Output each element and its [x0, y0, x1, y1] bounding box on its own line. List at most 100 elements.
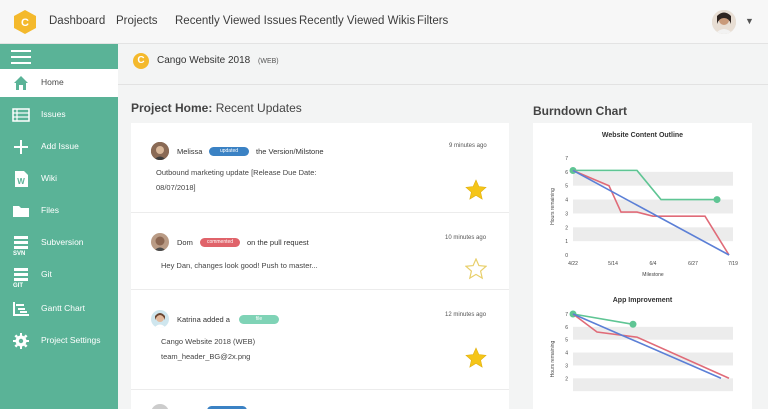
x-tick-label: 5/14 — [608, 261, 618, 267]
grid-band — [573, 326, 733, 340]
data-point — [713, 196, 721, 204]
sidebar-item-label: Files — [41, 205, 59, 215]
sidebar-item-label: Add Issue — [41, 141, 79, 151]
plus-icon — [14, 140, 28, 154]
user-avatar[interactable] — [712, 10, 736, 34]
svg-text:W: W — [17, 177, 25, 186]
y-tick-label: 5 — [565, 338, 568, 344]
y-tick-label: 6 — [565, 325, 568, 331]
y-tick-label: 7 — [565, 312, 568, 318]
grid-band — [573, 352, 733, 366]
list-item: Dom commented on the pull request 10 min… — [131, 213, 509, 290]
wiki-document-icon: W — [15, 171, 28, 187]
chart-title: Website Content Outline — [601, 132, 684, 139]
nav-dashboard[interactable]: Dashboard — [49, 15, 105, 27]
y-axis-label: Hours remaining — [550, 188, 556, 225]
gear-icon — [13, 333, 29, 349]
x-tick-label: 6/4 — [650, 261, 657, 267]
y-tick-label: 3 — [565, 363, 568, 369]
x-axis-label: Milestone — [642, 272, 664, 278]
update-body-line: Hey Dan, changes look good! Push to mast… — [161, 261, 318, 270]
y-tick-label: 0 — [565, 253, 568, 259]
header-divider — [118, 84, 768, 85]
list-item — [131, 390, 509, 409]
logo-letter: C — [21, 17, 29, 29]
folder-icon — [13, 206, 29, 217]
updates-list: Melissa updated the Version/Milstone 9 m… — [131, 123, 509, 409]
burndown-title: Burndown Chart — [533, 104, 627, 118]
project-name[interactable]: Cango Website 2018 — [157, 55, 250, 66]
updates-section-title: Project Home: Recent Updates — [131, 101, 302, 115]
avatar[interactable] — [151, 310, 169, 328]
list-item: Melissa updated the Version/Milstone 9 m… — [131, 123, 509, 213]
svn-icon — [14, 236, 28, 249]
nav-recent-issues[interactable]: Recently Viewed Issues — [175, 15, 297, 27]
update-user[interactable]: Dom — [177, 238, 193, 247]
nav-recent-wikis[interactable]: Recently Viewed Wikis — [299, 15, 415, 27]
nav-projects[interactable]: Projects — [116, 15, 158, 27]
sidebar-item-gantt-chart[interactable]: Gantt Chart — [0, 295, 118, 323]
grid-band — [573, 227, 733, 242]
star-filled-icon[interactable] — [465, 179, 487, 201]
sidebar-item-add-issue[interactable]: Add Issue — [0, 133, 118, 161]
update-body-line: Outbound marketing update [Release Due D… — [156, 168, 317, 177]
y-tick-label: 4 — [565, 351, 568, 357]
list-icon — [12, 108, 30, 122]
update-body-line: team_header_BG@2x.png — [161, 352, 251, 361]
y-tick-label: 2 — [565, 225, 568, 231]
update-user[interactable]: Katrina added a — [177, 315, 230, 324]
sidebar-item-label: Gantt Chart — [41, 303, 85, 313]
sidebar-item-project-settings[interactable]: Project Settings — [0, 327, 118, 355]
git-sub-label: GIT — [13, 283, 23, 289]
x-tick-label: 7/19 — [728, 261, 738, 267]
sidebar-item-label: Git — [41, 269, 52, 279]
update-action: the Version/Milstone — [256, 147, 324, 156]
sidebar-item-issues[interactable]: Issues — [0, 101, 118, 129]
update-time: 10 minutes ago — [445, 235, 487, 241]
y-tick-label: 4 — [565, 198, 568, 204]
home-icon — [14, 76, 28, 90]
sidebar-item-home[interactable]: Home — [0, 69, 118, 97]
series-line — [572, 313, 634, 326]
y-tick-label: 6 — [565, 170, 568, 176]
list-item: Katrina added a file 12 minutes ago Cang… — [131, 290, 509, 390]
status-badge: file — [239, 315, 279, 324]
data-point — [629, 320, 637, 328]
update-time: 9 minutes ago — [449, 143, 487, 149]
cango-logo[interactable]: C — [14, 10, 36, 34]
burndown-chart-app: 2 3 4 5 6 7 Hours remaining — [550, 310, 733, 392]
project-key: (WEB) — [258, 58, 279, 65]
burndown-chart-website: 0 1 2 3 4 5 6 7 4/22 5/14 6/4 6/27 7/19 Hours remaini… — [550, 156, 738, 278]
avatar[interactable] — [151, 142, 169, 160]
gantt-icon — [13, 302, 29, 316]
project-avatar: C — [133, 53, 149, 69]
sidebar-item-files[interactable]: Files — [0, 197, 118, 225]
top-navigation-bar: C Dashboard Projects Recently Viewed Iss… — [0, 0, 768, 44]
sidebar-item-label: Wiki — [41, 173, 58, 183]
x-tick-label: 4/22 — [568, 261, 578, 267]
chevron-down-icon[interactable]: ▼ — [745, 16, 754, 26]
star-outline-icon[interactable] — [465, 258, 487, 280]
update-user[interactable]: Melissa — [177, 147, 202, 156]
nav-filters[interactable]: Filters — [417, 15, 448, 27]
menu-icon[interactable] — [11, 50, 31, 64]
update-body-line: 08/07/2018] — [156, 183, 196, 192]
chart-title: App Improvement — [612, 297, 673, 304]
avatar[interactable] — [151, 233, 169, 251]
sidebar-item-wiki[interactable]: W Wiki — [0, 165, 118, 193]
update-body-line: Cango Website 2018 (WEB) — [161, 337, 256, 346]
avatar[interactable] — [151, 404, 169, 409]
updates-title-rest: Recent Updates — [212, 101, 302, 115]
series-line — [572, 313, 722, 380]
svn-sub-label: SVN — [13, 251, 26, 257]
sidebar-item-label: Home — [41, 77, 64, 87]
sidebar-item-label: Project Settings — [41, 335, 101, 345]
y-tick-label: 2 — [565, 376, 568, 382]
git-icon — [14, 268, 28, 281]
status-badge: updated — [209, 147, 249, 156]
y-tick-label: 7 — [565, 156, 568, 162]
sidebar-item-label: Issues — [41, 109, 66, 119]
y-tick-label: 5 — [565, 184, 568, 190]
update-time: 12 minutes ago — [445, 312, 487, 318]
star-filled-icon[interactable] — [465, 347, 487, 369]
